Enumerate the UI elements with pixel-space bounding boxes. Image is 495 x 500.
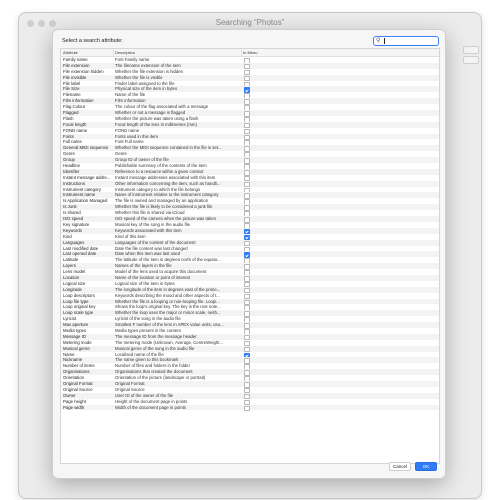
- table-row[interactable]: Page width Width of the document page in …: [61, 404, 439, 412]
- attribute-search-field[interactable]: ⚲: [373, 36, 439, 46]
- save-search-button[interactable]: [463, 46, 479, 54]
- table-body: Family name Font Family name File extensio…: [61, 57, 439, 412]
- search-icon: ⚲: [376, 38, 381, 44]
- sheet-prompt: Select a search attribute:: [62, 38, 123, 44]
- add-criteria-button[interactable]: [463, 56, 479, 64]
- attribute-name: Page width: [63, 404, 85, 410]
- finder-sidebar: [19, 35, 51, 498]
- in-menu-checkbox[interactable]: [244, 405, 250, 412]
- attribute-table: Attribute Description In Menu Family nam…: [60, 48, 440, 464]
- table-header: Attribute Description In Menu: [61, 49, 439, 57]
- column-header-description[interactable]: Description: [115, 50, 135, 55]
- window-title: Searching “Photos”: [215, 18, 285, 27]
- attribute-description: Width of the document page in points: [115, 404, 186, 410]
- column-divider[interactable]: [241, 49, 242, 56]
- column-header-in-menu[interactable]: In Menu: [243, 50, 257, 55]
- text-cursor: [384, 38, 385, 44]
- ok-button[interactable]: OK: [415, 462, 437, 471]
- column-divider[interactable]: [113, 49, 114, 56]
- search-attribute-sheet: Select a search attribute: ⚲ Attribute D…: [52, 29, 446, 479]
- cancel-button[interactable]: Cancel: [389, 462, 411, 471]
- column-header-attribute[interactable]: Attribute: [63, 50, 78, 55]
